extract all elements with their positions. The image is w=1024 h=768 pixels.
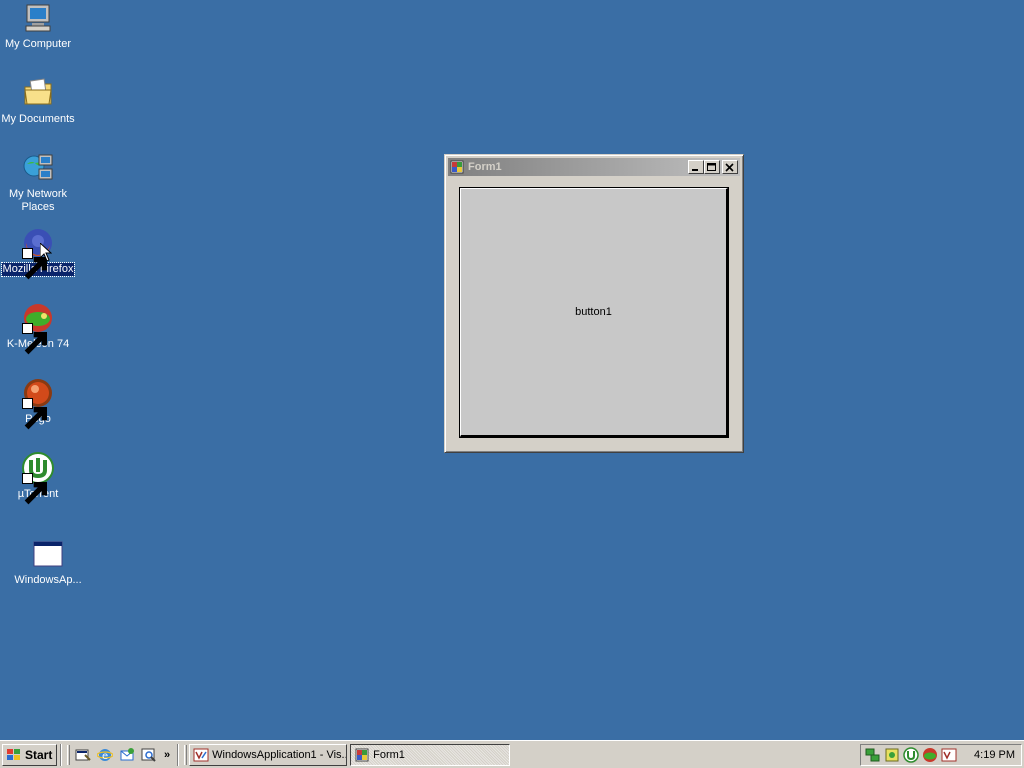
close-icon	[725, 162, 734, 172]
kmeleon-icon	[22, 302, 54, 355]
utorrent-tray-icon[interactable]	[903, 746, 919, 763]
folder-icon	[22, 77, 54, 109]
internet-explorer-icon[interactable]: e	[97, 747, 113, 763]
maximize-icon	[707, 162, 716, 171]
search-icon[interactable]	[141, 747, 157, 763]
application-icon	[32, 538, 64, 570]
show-desktop-icon[interactable]	[75, 747, 91, 763]
desktop-icon-utorrent[interactable]: µTorrent	[0, 452, 76, 505]
system-tray: 4:19 PM	[860, 743, 1022, 766]
taskbar-divider	[60, 743, 62, 766]
desktop-icon-my-network-places[interactable]: My Network Places	[0, 152, 76, 214]
start-button[interactable]: Start	[2, 743, 57, 766]
desktop-icon-my-documents[interactable]: My Documents	[0, 77, 76, 126]
task-label: WindowsApplication1 - Vis...	[212, 748, 348, 761]
desktop-icon-k-meleon[interactable]: K-Meleon 74	[0, 302, 76, 355]
quicklaunch-grip[interactable]	[67, 744, 70, 765]
tasks-grip[interactable]	[184, 744, 188, 765]
svg-text:e: e	[102, 751, 108, 762]
form1-window[interactable]: Form1 button1	[444, 154, 744, 453]
window-titlebar[interactable]: Form1	[448, 158, 740, 176]
utility-tray-icon[interactable]	[884, 747, 900, 763]
desktop-icon-my-computer[interactable]: My Computer	[0, 2, 76, 51]
task-button-visual-studio[interactable]: WindowsApplication1 - Vis...	[189, 743, 348, 766]
minimize-icon	[692, 168, 698, 171]
shortcut-arrow-icon	[22, 398, 47, 430]
clock[interactable]: 4:19 PM	[974, 749, 1015, 761]
desktop-icon-label: My Computer	[4, 38, 72, 50]
quicklaunch-overflow-button[interactable]: »	[164, 749, 170, 761]
shortcut-arrow-icon	[22, 248, 47, 280]
minimize-button[interactable]	[688, 160, 704, 174]
desktop-icon-windowsapplication[interactable]: WindowsAp...	[10, 538, 86, 587]
utorrent-icon	[22, 452, 54, 505]
close-button[interactable]	[722, 160, 738, 174]
desktop-icon-mozilla-firefox[interactable]: Mozilla Firefox	[0, 227, 76, 280]
pego-icon	[22, 377, 54, 430]
taskbar-divider	[177, 743, 180, 766]
visual-studio-icon	[193, 748, 209, 761]
computer-icon	[22, 2, 54, 34]
start-label: Start	[25, 747, 53, 762]
network-tray-icon[interactable]	[865, 747, 881, 763]
desktop-icon-label: My Network Places	[8, 188, 68, 213]
desktop-icon-pego[interactable]: Pego	[0, 377, 76, 430]
desktop-icon-label: My Documents	[1, 113, 75, 125]
network-icon	[22, 152, 54, 184]
shortcut-arrow-icon	[22, 473, 47, 505]
window-title: Form1	[468, 161, 502, 173]
visual-studio-tray-icon[interactable]	[941, 747, 957, 763]
maximize-button[interactable]	[704, 160, 720, 174]
form-icon	[450, 160, 464, 174]
kmeleon-tray-icon[interactable]	[922, 747, 938, 763]
task-button-form1[interactable]: Form1	[350, 743, 511, 766]
mouse-cursor-icon	[40, 243, 52, 262]
form-icon	[355, 748, 369, 761]
button1[interactable]: button1	[460, 188, 728, 437]
outlook-express-icon[interactable]	[119, 747, 135, 763]
taskbar: Start e » WindowsApplication1 - Vis... F…	[0, 740, 1024, 768]
shortcut-arrow-icon	[22, 323, 47, 355]
task-label: Form1	[373, 748, 405, 761]
window-client-area: button1	[448, 176, 740, 449]
windows-logo-icon	[7, 748, 20, 760]
desktop-icon-label: WindowsAp...	[14, 574, 82, 586]
